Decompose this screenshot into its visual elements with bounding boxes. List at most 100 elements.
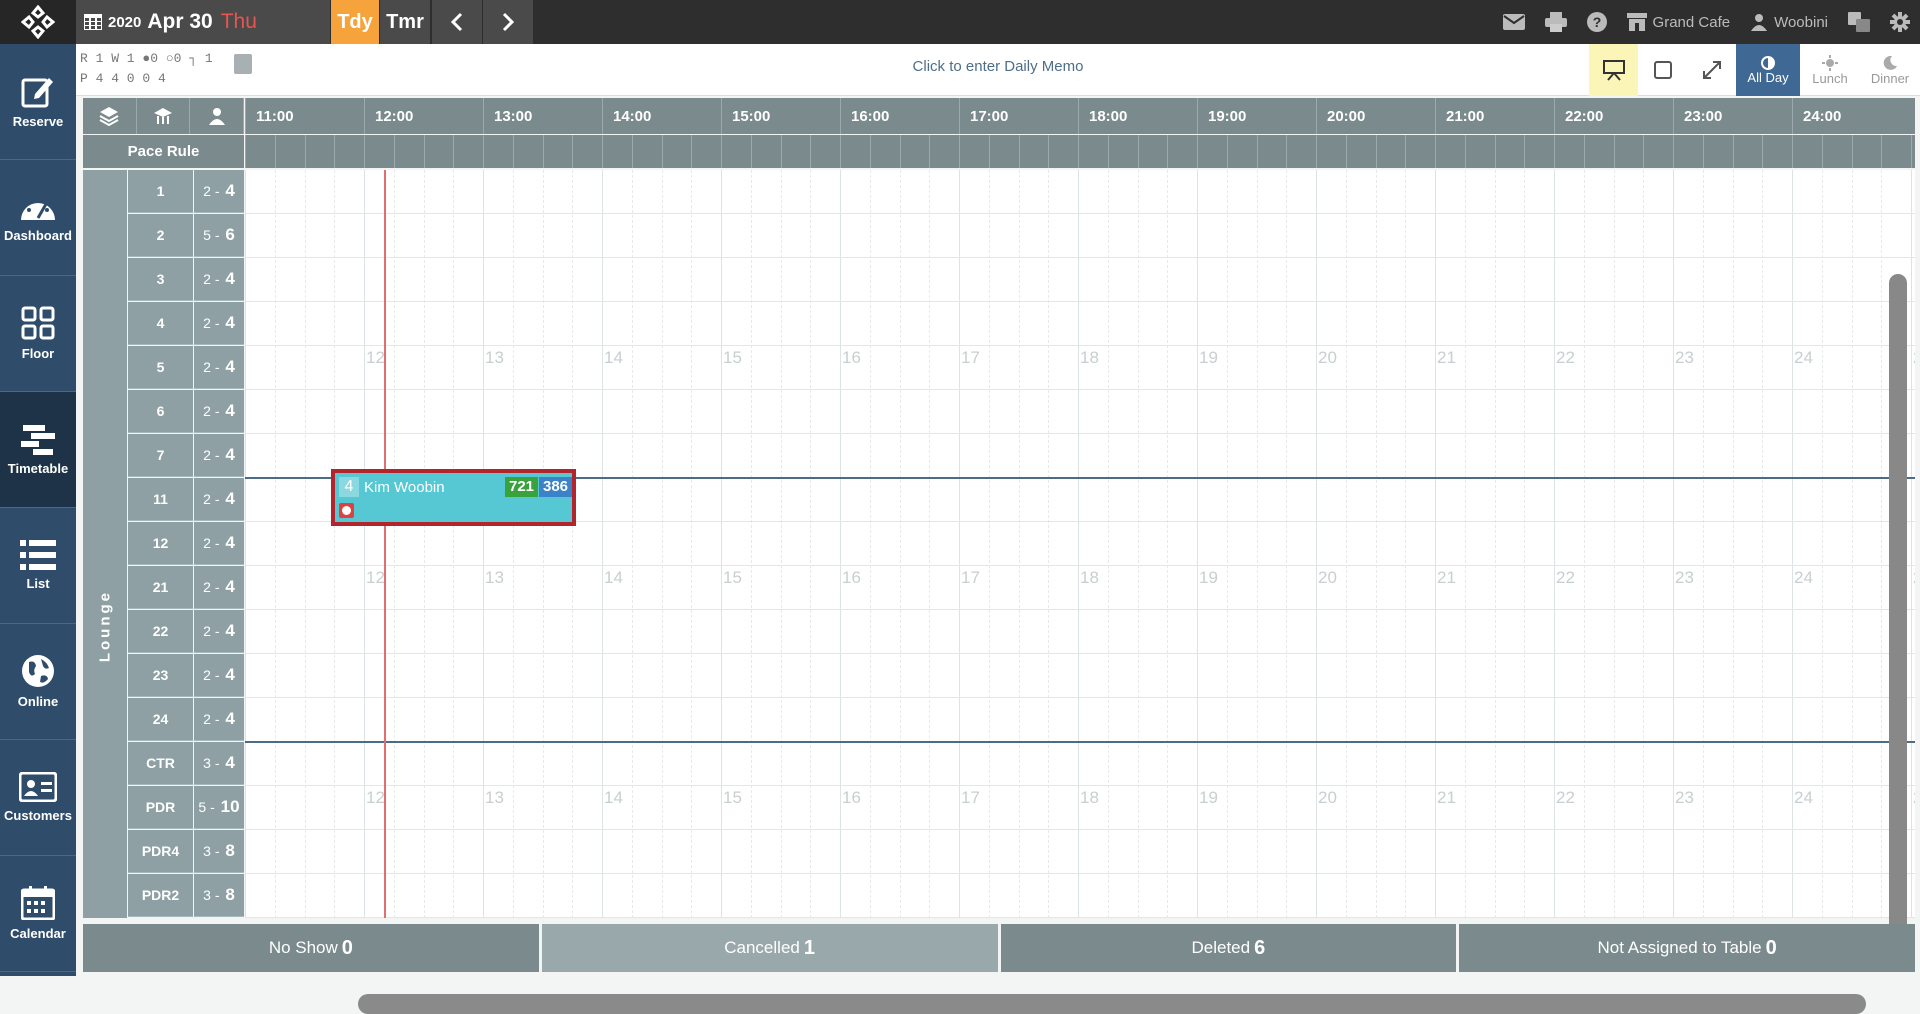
pace-cell[interactable] (1494, 135, 1525, 168)
sidebar-item-customers[interactable]: Customers (0, 740, 76, 856)
pace-cell[interactable] (1732, 135, 1763, 168)
today-button[interactable]: Tdy (331, 0, 379, 44)
pace-cell[interactable] (453, 135, 483, 168)
pace-cell[interactable] (1464, 135, 1495, 168)
cancelled-button[interactable]: Cancelled 1 (541, 924, 998, 972)
sidebar-item-online[interactable]: Online (0, 624, 76, 740)
pace-cell[interactable] (1821, 135, 1852, 168)
table-row[interactable]: PDR2 3 - 8 (128, 874, 244, 917)
pace-cell[interactable] (1583, 135, 1614, 168)
pace-cell[interactable] (512, 135, 543, 168)
pace-cell[interactable] (1078, 135, 1108, 168)
sidebar-item-timetable[interactable]: Timetable (0, 392, 76, 508)
pace-cell[interactable] (1435, 135, 1465, 168)
pace-cell[interactable] (750, 135, 781, 168)
checkbox-toggle[interactable] (1638, 44, 1687, 96)
settings-button[interactable] (1890, 12, 1910, 32)
no-show-button[interactable]: No Show 0 (83, 924, 539, 972)
pace-cell[interactable] (840, 135, 870, 168)
table-row[interactable]: 12 - 4 (128, 170, 244, 213)
venue-selector[interactable]: Grand Cafe (1626, 13, 1730, 31)
horizontal-scrollbar[interactable] (358, 994, 1866, 1014)
sidebar-item-list[interactable]: List (0, 508, 76, 624)
mail-button[interactable] (1502, 14, 1525, 30)
pace-cell[interactable] (1375, 135, 1406, 168)
table-row[interactable]: 11 2 - 4 (128, 478, 244, 521)
pace-cell[interactable] (304, 135, 335, 168)
deleted-button[interactable]: Deleted 6 (1000, 924, 1457, 972)
pace-cell[interactable] (542, 135, 573, 168)
pace-cell[interactable] (1137, 135, 1168, 168)
pace-cell[interactable] (1048, 135, 1078, 168)
pace-cell[interactable] (1911, 135, 1920, 168)
sidebar-item-reserve[interactable]: Reserve (0, 44, 76, 160)
table-row[interactable]: 52 - 4 (128, 346, 244, 389)
table-row[interactable]: PDR4 3 - 8 (128, 830, 244, 873)
pace-cell[interactable] (1524, 135, 1554, 168)
pace-cell[interactable] (393, 135, 424, 168)
table-row[interactable]: 22 2 - 4 (128, 610, 244, 653)
pace-cell[interactable] (1881, 135, 1911, 168)
pace-cell[interactable] (1643, 135, 1673, 168)
pace-cell[interactable] (1851, 135, 1882, 168)
not-assigned-button[interactable]: Not Assigned to Table 0 (1459, 924, 1915, 972)
date-picker[interactable]: 2020 Apr 30 Thu (76, 0, 330, 44)
tomorrow-button[interactable]: Tmr (380, 0, 430, 44)
presentation-view-button[interactable] (1589, 44, 1638, 96)
pace-cell[interactable] (988, 135, 1019, 168)
pace-rule-row[interactable] (245, 135, 1915, 168)
pace-cell[interactable] (780, 135, 811, 168)
help-button[interactable]: ? (1586, 12, 1607, 32)
pace-cell[interactable] (631, 135, 662, 168)
all-day-view-button[interactable]: All Day (1736, 44, 1800, 96)
pace-cell[interactable] (1702, 135, 1733, 168)
sidebar-item-calendar[interactable]: Calendar (0, 856, 76, 972)
pace-cell[interactable] (334, 135, 364, 168)
sidebar-item-dashboard[interactable]: Dashboard (0, 160, 76, 276)
pace-cell[interactable] (929, 135, 959, 168)
reservation-block[interactable]: 4 Kim Woobin 721 386 (331, 469, 576, 526)
pace-cell[interactable] (1345, 135, 1376, 168)
table-row[interactable]: 21 2 - 4 (128, 566, 244, 609)
pace-cell[interactable] (810, 135, 840, 168)
pace-cell[interactable] (661, 135, 692, 168)
pace-cell[interactable] (602, 135, 632, 168)
app-logo[interactable] (0, 0, 76, 44)
pace-cell[interactable] (721, 135, 751, 168)
pace-cell[interactable] (1792, 135, 1822, 168)
pace-cell[interactable] (1762, 135, 1792, 168)
print-button[interactable] (1544, 12, 1567, 32)
lunch-view-button[interactable]: Lunch (1800, 44, 1860, 96)
layers-button[interactable] (83, 98, 137, 134)
table-row[interactable]: 25 - 6 (128, 214, 244, 257)
pace-cell[interactable] (869, 135, 900, 168)
language-button[interactable] (1848, 12, 1870, 32)
dinner-view-button[interactable]: Dinner (1860, 44, 1920, 96)
pace-cell[interactable] (1554, 135, 1584, 168)
pace-cell[interactable] (572, 135, 602, 168)
pace-cell[interactable] (1107, 135, 1138, 168)
pace-cell[interactable] (274, 135, 305, 168)
table-row[interactable]: 23 2 - 4 (128, 654, 244, 697)
pace-cell[interactable] (423, 135, 454, 168)
user-menu[interactable]: Woobini (1750, 13, 1828, 31)
pace-cell[interactable] (1286, 135, 1316, 168)
pace-cell[interactable] (1167, 135, 1197, 168)
table-row[interactable]: 42 - 4 (128, 302, 244, 345)
table-row[interactable]: 24 2 - 4 (128, 698, 244, 741)
pace-cell[interactable] (1226, 135, 1257, 168)
capacity-sort-button[interactable] (190, 98, 245, 134)
table-sort-button[interactable] (137, 98, 191, 134)
pace-cell[interactable] (1673, 135, 1703, 168)
timetable-cells[interactable]: 12 13 14 15 16 17 18 19 20 21 22 23 24 25 12 13 14 15 16 17… (245, 170, 1915, 918)
prev-day-button[interactable] (432, 0, 482, 44)
table-row[interactable]: 32 - 4 (128, 258, 244, 301)
table-row[interactable]: 72 - 4 (128, 434, 244, 477)
pace-cell[interactable] (1256, 135, 1287, 168)
vertical-scrollbar[interactable] (1889, 274, 1907, 968)
pace-cell[interactable] (1613, 135, 1644, 168)
pace-cell[interactable] (899, 135, 930, 168)
table-row[interactable]: 12 2 - 4 (128, 522, 244, 565)
table-row[interactable]: PDR 5 - 10 (128, 786, 244, 829)
pace-cell[interactable] (691, 135, 721, 168)
